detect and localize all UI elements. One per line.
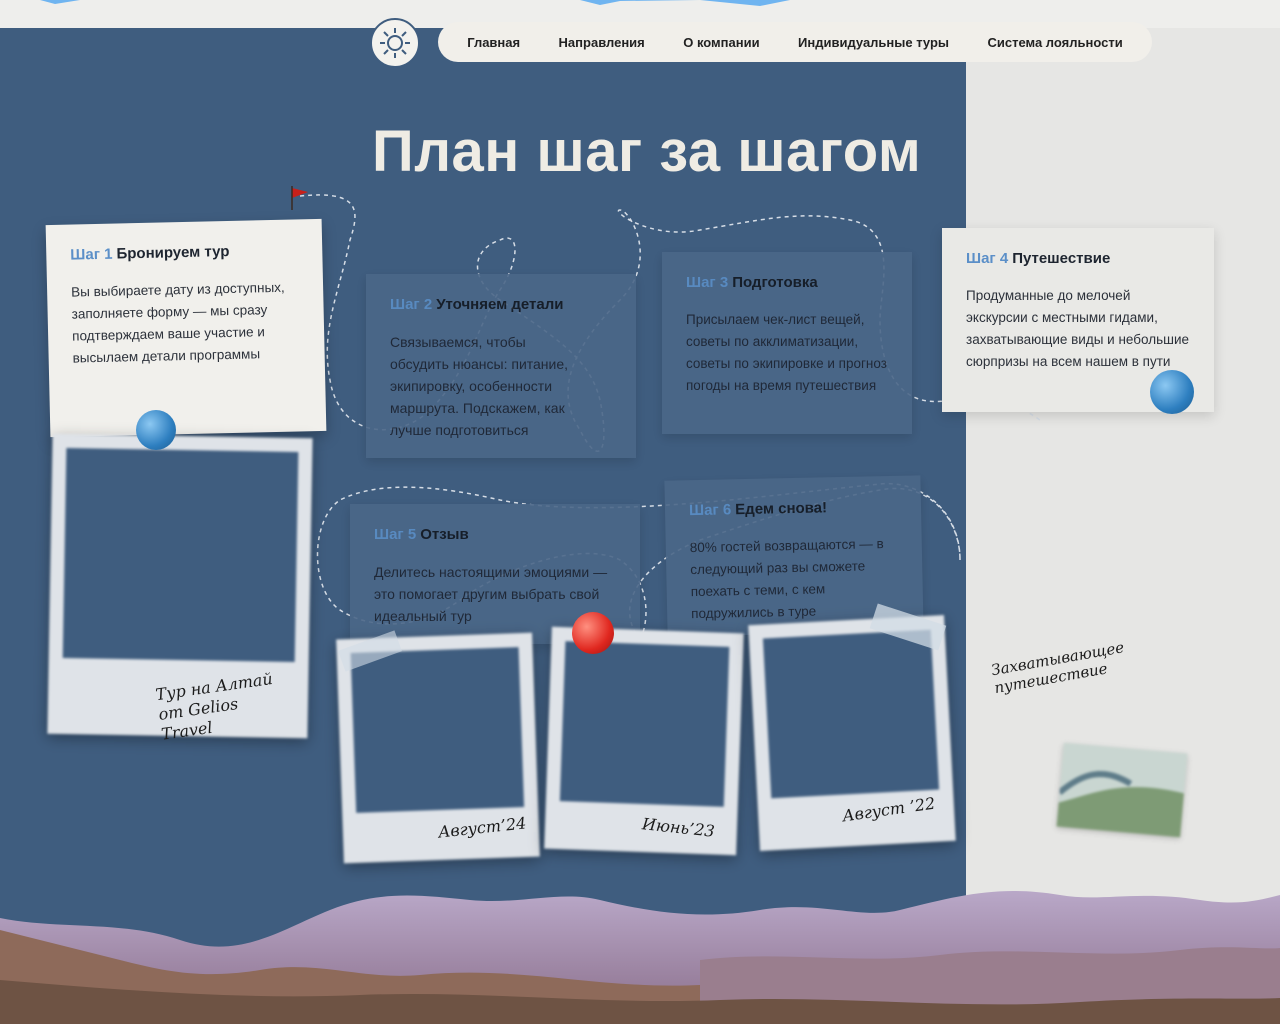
step-card-1: Шаг 1 Бронируем тур Вы выбираете дату из …	[45, 218, 327, 438]
step-title: Едем снова!	[735, 499, 828, 519]
step-title: Путешествие	[1012, 250, 1111, 267]
sun-icon	[380, 28, 410, 58]
step-title: Подготовка	[732, 274, 818, 291]
step-number: Шаг 3	[686, 274, 729, 291]
step-text: Продуманные до мелочей экскурсии с местн…	[966, 288, 1190, 369]
step-title: Уточняем детали	[436, 296, 564, 313]
page-title: План шаг за шагом	[372, 119, 922, 184]
nav-item-home[interactable]: Главная	[467, 35, 520, 50]
nav-item-individual-tours[interactable]: Индивидуальные туры	[798, 35, 949, 50]
postage-stamp	[1056, 742, 1188, 838]
step-text: Вы выбираете дату из доступных, заполняе…	[70, 279, 285, 366]
main-nav: Главная Направления О компании Индивидуа…	[438, 22, 1152, 62]
step-card-2: Шаг 2 Уточняем детали Связываемся, чтобы …	[366, 274, 636, 458]
step-number: Шаг 1	[70, 245, 113, 264]
nav-item-destinations[interactable]: Направления	[559, 35, 645, 50]
nav-item-loyalty[interactable]: Система лояльности	[987, 35, 1122, 50]
step-number: Шаг 4	[966, 250, 1009, 267]
step-number: Шаг 6	[688, 501, 732, 520]
step-title: Бронируем тур	[116, 242, 230, 263]
pin-icon	[572, 612, 614, 654]
brand-logo[interactable]	[370, 18, 420, 68]
step-text: 80% гостей возвращаются — в следующий ра…	[689, 536, 884, 622]
pin-icon	[1150, 370, 1194, 414]
step-number: Шаг 2	[390, 296, 433, 313]
step-number: Шаг 5	[374, 526, 417, 543]
mountains-image	[0, 890, 1280, 1024]
step-title: Отзыв	[420, 526, 469, 543]
step-text: Связываемся, чтобы обсудить нюансы: пита…	[390, 334, 569, 438]
pin-icon	[136, 410, 176, 450]
nav-item-about[interactable]: О компании	[683, 35, 759, 50]
step-text: Присылаем чек-лист вещей, советы по аккл…	[686, 312, 887, 393]
step-card-3: Шаг 3 Подготовка Присылаем чек-лист вещей…	[662, 252, 912, 434]
